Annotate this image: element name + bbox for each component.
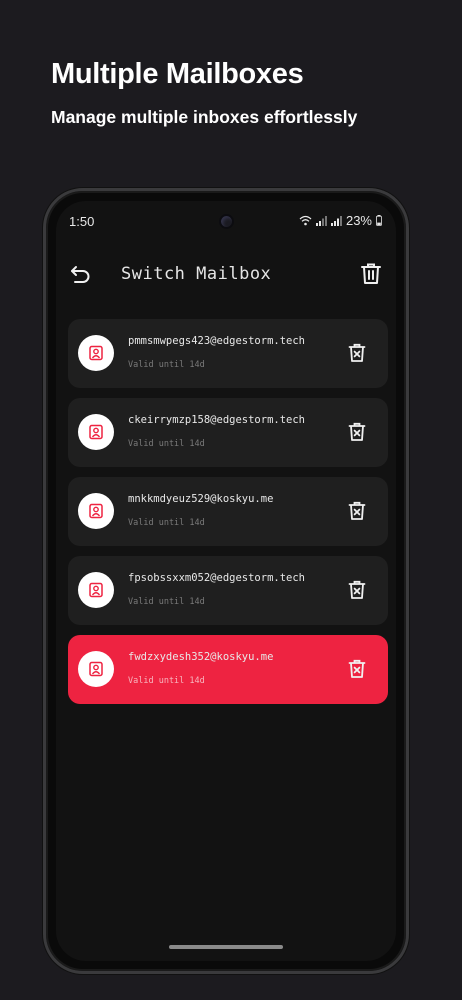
- contact-icon: [89, 503, 103, 519]
- delete-mailbox-button[interactable]: [348, 501, 366, 521]
- delete-x-icon: [348, 580, 366, 599]
- mailbox-card[interactable]: mnkkmdyeuz529@koskyu.me Valid until 14d: [68, 477, 388, 546]
- mailbox-list: pmmsmwpegs423@edgestorm.tech Valid until…: [68, 319, 388, 714]
- status-icons: 23%: [299, 213, 382, 228]
- app-header: Switch Mailbox: [56, 251, 396, 295]
- promo-title: Multiple Mailboxes: [51, 58, 304, 90]
- page-title: Switch Mailbox: [121, 264, 272, 284]
- phone-frame: 1:50 23% Switch Mailbox pmmsmwpegs423@ed…: [43, 188, 409, 974]
- mailbox-card[interactable]: ckeirrymzp158@edgestorm.tech Valid until…: [68, 398, 388, 467]
- front-camera: [219, 214, 234, 229]
- battery-percent: 23%: [345, 213, 372, 228]
- delete-x-icon: [348, 343, 366, 362]
- promo-subtitle: Manage multiple inboxes effortlessly: [51, 107, 358, 127]
- mailbox-email: pmmsmwpegs423@edgestorm.tech: [128, 335, 306, 347]
- delete-x-icon: [348, 659, 366, 678]
- phone-screen: 1:50 23% Switch Mailbox pmmsmwpegs423@ed…: [56, 201, 396, 961]
- delete-mailbox-button[interactable]: [348, 659, 366, 679]
- signal-icon-1: [315, 215, 327, 226]
- delete-all-button[interactable]: [360, 262, 382, 286]
- mailbox-validity: Valid until 14d: [128, 360, 205, 370]
- home-indicator[interactable]: [169, 945, 283, 949]
- avatar: [78, 651, 114, 687]
- trash-icon: [361, 263, 381, 284]
- delete-mailbox-button[interactable]: [348, 422, 366, 442]
- delete-mailbox-button[interactable]: [348, 343, 366, 363]
- mailbox-card[interactable]: fpsobssxxm052@edgestorm.tech Valid until…: [68, 556, 388, 625]
- battery-icon: [376, 215, 382, 226]
- mailbox-validity: Valid until 14d: [128, 676, 205, 686]
- avatar: [78, 493, 114, 529]
- contact-icon: [89, 661, 103, 677]
- mailbox-email: ckeirrymzp158@edgestorm.tech: [128, 414, 306, 426]
- mailbox-email: fwdzxydesh352@koskyu.me: [128, 651, 274, 663]
- contact-icon: [89, 582, 103, 598]
- status-bar: 1:50 23%: [56, 201, 396, 241]
- mailbox-card[interactable]: pmmsmwpegs423@edgestorm.tech Valid until…: [68, 319, 388, 388]
- delete-x-icon: [348, 501, 366, 520]
- back-button[interactable]: [70, 263, 92, 285]
- mailbox-validity: Valid until 14d: [128, 597, 205, 607]
- mailbox-email: mnkkmdyeuz529@koskyu.me: [128, 493, 274, 505]
- delete-mailbox-button[interactable]: [348, 580, 366, 600]
- back-arrow-icon: [71, 266, 90, 283]
- avatar: [78, 335, 114, 371]
- contact-icon: [89, 345, 103, 361]
- contact-icon: [89, 424, 103, 440]
- wifi-icon: [299, 215, 312, 226]
- avatar: [78, 572, 114, 608]
- mailbox-card[interactable]: fwdzxydesh352@koskyu.me Valid until 14d: [68, 635, 388, 704]
- mailbox-email: fpsobssxxm052@edgestorm.tech: [128, 572, 306, 584]
- mailbox-validity: Valid until 14d: [128, 439, 205, 449]
- signal-icon-2: [330, 215, 342, 226]
- delete-x-icon: [348, 422, 366, 441]
- avatar: [78, 414, 114, 450]
- status-time: 1:50: [69, 214, 95, 229]
- mailbox-validity: Valid until 14d: [128, 518, 205, 528]
